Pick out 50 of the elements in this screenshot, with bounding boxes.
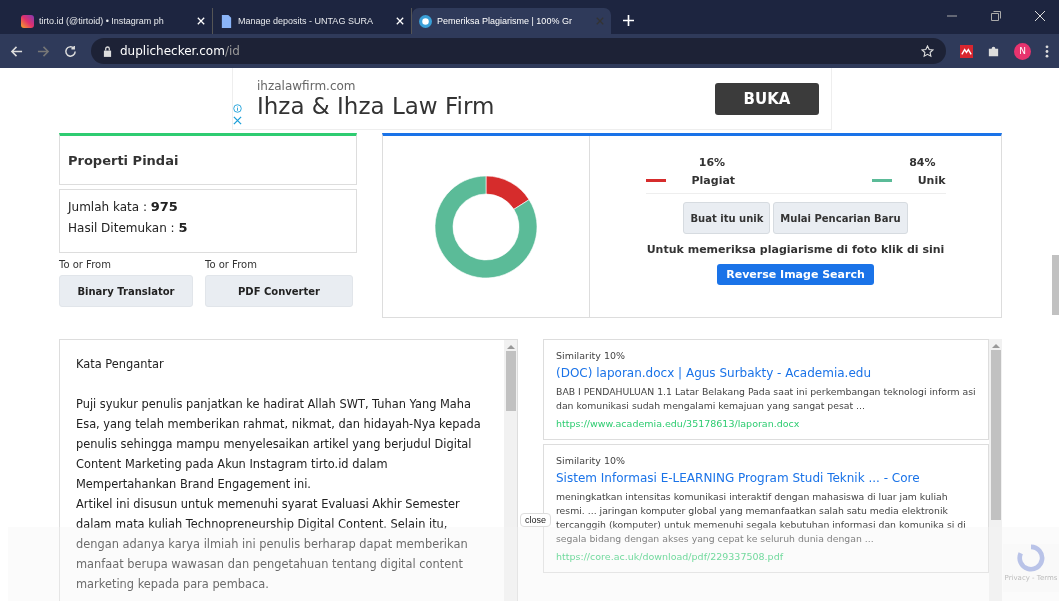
action-button[interactable]: Mulai Pencarian Baru (773, 202, 908, 234)
site-icon (419, 14, 432, 28)
menu-icon[interactable] (1045, 44, 1049, 58)
document-paragraph: Artikel ini disusun untuk memenuhi syarat Evaluasi Akhir Semester dalam mata kuliah Technopreneurship Digital Content. Selain itu, dengan adanya karya ilmiah ini penulis berharap dapat memberikan manfaat berupa wawasan dan pengetahuan tentang digital content marketing kepada para pembaca. (76, 496, 469, 593)
tool-caption: To or From (205, 259, 258, 270)
page-scrollbar[interactable] (1052, 255, 1059, 315)
tool-button[interactable]: PDF Converter (205, 275, 353, 307)
legend-label: Plagiat (691, 174, 736, 187)
legend-percent: 16% (698, 156, 726, 169)
ad-domain: ihzalawfirm.com (257, 78, 357, 93)
ad-open-button[interactable]: BUKA (715, 82, 819, 115)
bookmark-star-icon[interactable] (921, 44, 934, 58)
match-title-link[interactable]: Sistem Informasi E-LEARNING Program Studi Teknik ... - Core (556, 471, 976, 485)
image-search-note: Untuk memeriksa plagiarisme di foto klik di sini (646, 243, 945, 256)
match-snippet: meningkatkan intensitas komunikasi interaktif dengan mahasiswa di luar jam kuliah resmi. ... jaringan komputer global yang memanfaatkan salah satu media elektronik tercanggih (komputer) untuk memenuhi segala kebutuhan informasi dan komunika si di segala bidang dengan akses yang cepat ke seluruh dunia dengan ... (556, 490, 967, 546)
tool-caption: To or From (59, 259, 112, 270)
card-title: Properti Pindai (68, 152, 179, 168)
extension-icon[interactable] (960, 44, 973, 58)
new-tab-icon[interactable] (623, 15, 634, 26)
instagram-icon (21, 14, 34, 28)
reverse-image-search-button[interactable]: Reverse Image Search (717, 264, 874, 285)
match-title-link[interactable]: (DOC) laporan.docx | Agus Surbakty - Academia.edu (556, 366, 976, 380)
scrollbar[interactable] (989, 339, 1002, 601)
word-count: Jumlah kata : 975 (68, 199, 179, 214)
similarity-label: Similarity 10% (556, 350, 627, 361)
legend-label: Unik (917, 174, 946, 187)
browser-tab[interactable]: Pemeriksa Plagiarisme | 100% Gr (412, 8, 611, 34)
legend-percent: 84% (909, 156, 936, 169)
lock-icon (103, 45, 112, 57)
match-snippet: BAB I PENDAHULUAN 1.1 Latar Belakang Pada saat ini perkembangan teknologi inform asi dan komunikasi sudah mengalami kemajuan yang sangat pesat ... (556, 385, 976, 413)
close-overlay-button[interactable]: close (520, 513, 551, 527)
scrollbar[interactable] (504, 340, 517, 601)
address-field[interactable]: duplichecker.com/id (91, 38, 946, 64)
recaptcha-icon (1017, 544, 1045, 572)
restore-icon[interactable] (991, 11, 1001, 21)
results-found: Hasil Ditemukan : 5 (68, 220, 189, 235)
reload-icon[interactable] (64, 44, 77, 58)
tool-button[interactable]: Binary Translator (59, 275, 193, 307)
document-paragraph: Kata Pengantar (76, 356, 165, 373)
ad-title[interactable]: Ihza & Ihza Law Firm (257, 92, 715, 119)
similarity-label: Similarity 10% (556, 455, 627, 466)
info-icon[interactable] (233, 104, 242, 113)
document-paragraph: Puji syukur penulis panjatkan ke hadirat Allah SWT, Tuhan Yang Maha Esa, yang telah memberikan rahmat, nikmat, dan hidayah-Nya kepada penulis sehingga mampu menyelesaikan artikel yang berjudul Digital Content Marketing pada Akun Instagram tirto.id dalam Mempertahankan Brand Engagement ini. (76, 396, 482, 493)
document-icon (220, 14, 233, 28)
ad-banner[interactable]: ihzalawfirm.com Ihza & Ihza Law Firm BUKA (232, 68, 832, 130)
back-icon[interactable] (10, 44, 23, 58)
profile-avatar[interactable]: N (1014, 42, 1031, 60)
forward-icon[interactable] (37, 44, 50, 58)
document-text-area[interactable] (59, 339, 518, 601)
action-button[interactable]: Buat itu unik (683, 202, 771, 234)
